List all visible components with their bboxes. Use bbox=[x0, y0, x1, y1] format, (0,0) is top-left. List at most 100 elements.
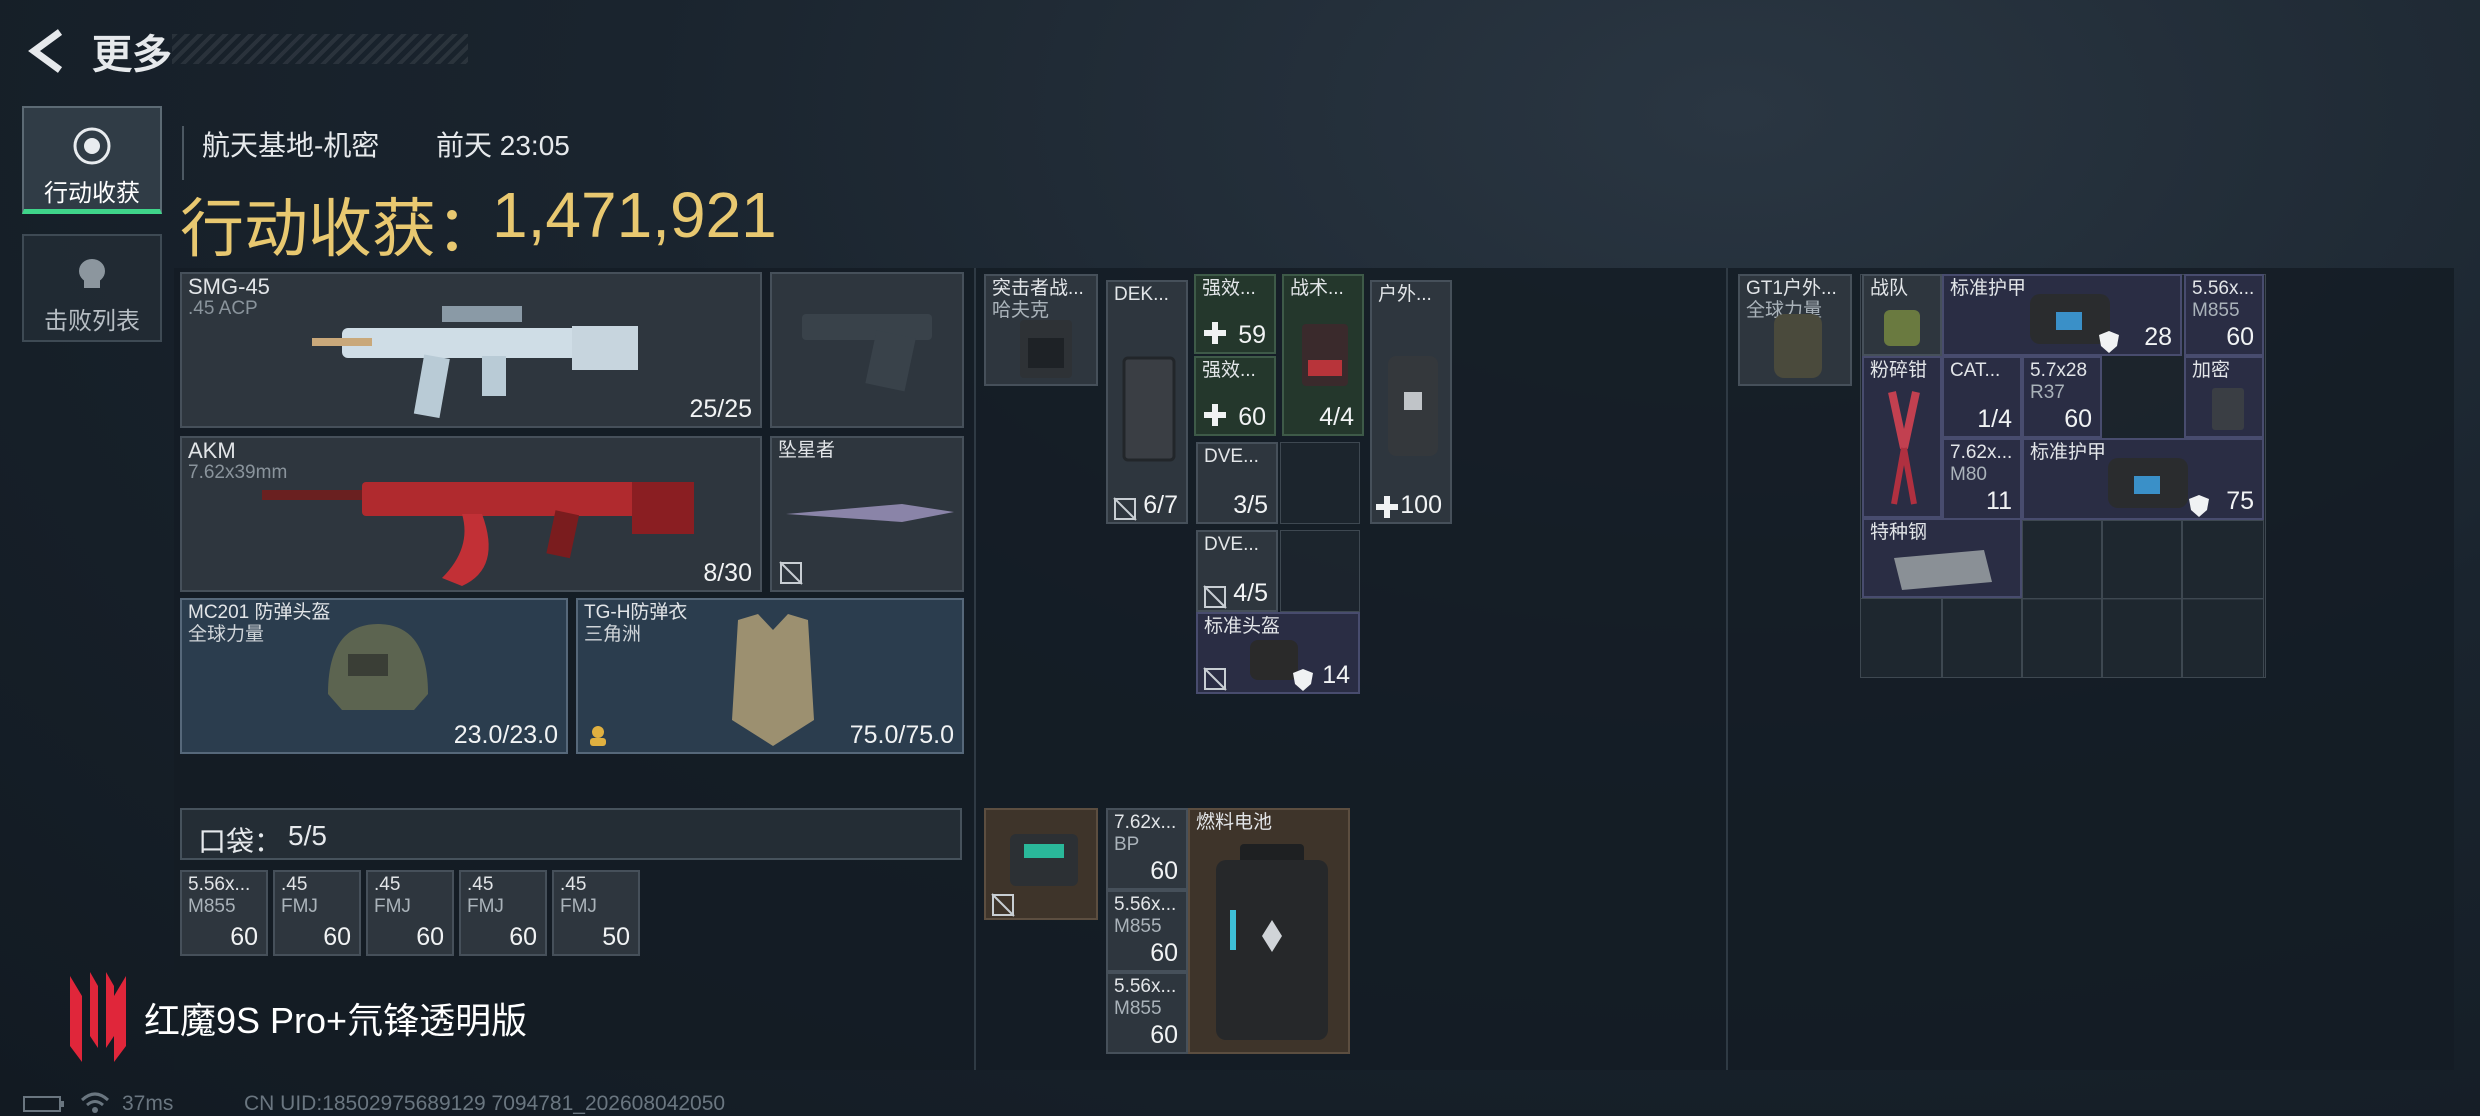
item-qty: 14 bbox=[1322, 661, 1350, 689]
loot-summary-label: 行动收获： bbox=[180, 193, 500, 265]
pocket-item[interactable]: 5.56x... M855 60 bbox=[180, 870, 268, 956]
helmet-durability: 23.0/23.0 bbox=[453, 721, 558, 749]
backpack-item[interactable]: 标准护甲 75 bbox=[2022, 438, 2264, 520]
chest-item[interactable]: 强效... 60 bbox=[1194, 356, 1276, 436]
backpack-item[interactable]: 5.56x... M855 60 bbox=[2184, 274, 2264, 356]
empty-slot[interactable] bbox=[1280, 530, 1360, 612]
location-label: 航天基地-机密 bbox=[202, 130, 380, 161]
empty-slot[interactable] bbox=[2022, 520, 2102, 600]
item-qty: 60 bbox=[2064, 405, 2092, 433]
item-name: .45 bbox=[467, 874, 494, 895]
item-name: 战队 bbox=[1870, 278, 1909, 299]
backpack-item[interactable]: 粉碎钳 bbox=[1862, 356, 1942, 518]
bag-item[interactable]: 燃料电池 bbox=[1188, 808, 1350, 1054]
sidearm-slot[interactable] bbox=[770, 272, 964, 428]
bag-item[interactable]: 5.56x... M855 60 bbox=[1106, 890, 1188, 972]
backpack-item[interactable]: 标准护甲 28 bbox=[1942, 274, 2182, 356]
chest-item[interactable]: 战术... 4/4 bbox=[1282, 274, 1364, 436]
rig-icon bbox=[1020, 320, 1072, 378]
pocket-item[interactable]: .45 FMJ 60 bbox=[366, 870, 454, 956]
bag-item[interactable]: 5.56x... M855 60 bbox=[1106, 972, 1188, 1054]
empty-slot[interactable] bbox=[1942, 598, 2022, 678]
plus-icon bbox=[1204, 322, 1226, 344]
plus-icon bbox=[1376, 496, 1398, 518]
shield-icon bbox=[1293, 669, 1313, 691]
item-name: DVE... bbox=[1204, 446, 1259, 467]
empty-slot[interactable] bbox=[2102, 520, 2182, 600]
shield-icon bbox=[2099, 331, 2119, 353]
backpack-item[interactable]: CAT... 1/4 bbox=[1942, 356, 2022, 438]
empty-slot[interactable] bbox=[2022, 598, 2102, 678]
backpack-item[interactable]: 特种钢 bbox=[1862, 518, 2022, 598]
weapon-ammo-count: 8/30 bbox=[703, 559, 752, 587]
chest-item[interactable]: DEK... 6/7 bbox=[1106, 280, 1188, 524]
ping-label: 37ms bbox=[122, 1092, 174, 1115]
chest-item[interactable]: DVE... 3/5 bbox=[1196, 442, 1278, 524]
pocket-item[interactable]: .45 FMJ 60 bbox=[273, 870, 361, 956]
item-sub: FMJ bbox=[560, 896, 597, 917]
divider bbox=[182, 126, 184, 180]
empty-slot[interactable] bbox=[1860, 598, 1942, 678]
pocket-item[interactable]: .45 FMJ 60 bbox=[459, 870, 547, 956]
backpack-item[interactable]: 战队 bbox=[1862, 274, 1942, 356]
skull-icon bbox=[79, 259, 105, 288]
item-qty: 50 bbox=[602, 923, 630, 951]
backpack-item[interactable]: 7.62x... M80 11 bbox=[1942, 438, 2022, 520]
plus-icon bbox=[1204, 404, 1226, 426]
redmagic-logo-icon bbox=[70, 972, 126, 1062]
battery-status-icon bbox=[23, 1096, 64, 1112]
shield-icon bbox=[2189, 495, 2209, 517]
tab-kills[interactable]: 击败列表 bbox=[22, 234, 162, 342]
armor-slot[interactable]: TG-H防弹衣 三角洲 75.0/75.0 bbox=[576, 598, 964, 754]
item-qty: 60 bbox=[416, 923, 444, 951]
item-qty: 60 bbox=[230, 923, 258, 951]
weapon-name: AKM bbox=[188, 438, 236, 463]
backpack-item[interactable]: 加密 bbox=[2184, 356, 2264, 438]
weapon-slot-primary[interactable]: SMG-45 .45 ACP 25/25 bbox=[180, 272, 762, 428]
empty-slot[interactable] bbox=[2102, 598, 2182, 678]
backpack-item[interactable]: 5.7x28 R37 60 bbox=[2022, 356, 2102, 438]
armor-name: TG-H防弹衣 bbox=[584, 602, 688, 623]
tab-kills-label: 击败列表 bbox=[44, 308, 140, 335]
melee-slot[interactable]: 坠星者 bbox=[770, 436, 964, 592]
steel-icon bbox=[1894, 550, 1992, 590]
item-name: 粉碎钳 bbox=[1870, 360, 1928, 381]
weapon-ammo: .45 ACP bbox=[188, 298, 258, 319]
empty-slot[interactable] bbox=[2182, 520, 2264, 600]
item-name: 突击者战... bbox=[992, 278, 1084, 299]
chest-item[interactable]: 户外... 100 bbox=[1370, 280, 1452, 524]
back-button[interactable] bbox=[24, 26, 68, 76]
chest-rig-slot[interactable]: 突击者战... 哈夫克 bbox=[984, 274, 1098, 386]
chest-item[interactable]: 标准头盔 14 bbox=[1196, 612, 1360, 694]
chest-item[interactable]: 强效... 59 bbox=[1194, 274, 1276, 354]
item-name: 强效... bbox=[1202, 278, 1256, 299]
item-name: 5.56x... bbox=[1114, 976, 1177, 997]
item-name: 7.62x... bbox=[1114, 812, 1177, 833]
backpack-slot[interactable]: GT1户外... 全球力量 bbox=[1738, 274, 1852, 386]
pocket-item[interactable]: .45 FMJ 50 bbox=[552, 870, 640, 956]
helmet-slot[interactable]: MC201 防弹头盔 全球力量 23.0/23.0 bbox=[180, 598, 568, 754]
no-insure-icon bbox=[1113, 497, 1137, 521]
time-label: 前天 23:05 bbox=[436, 130, 570, 161]
battery-icon bbox=[1216, 844, 1328, 1040]
divider bbox=[974, 268, 976, 1070]
bag-item[interactable]: 7.62x... BP 60 bbox=[1106, 808, 1188, 890]
badge-icon bbox=[1884, 310, 1920, 346]
item-qty: 6/7 bbox=[1143, 491, 1178, 519]
item-name: 7.62x... bbox=[1950, 442, 2013, 463]
empty-slot[interactable] bbox=[2182, 598, 2264, 678]
pocket-count: 5/5 bbox=[288, 820, 327, 851]
tab-loot[interactable]: 行动收获 bbox=[22, 106, 162, 214]
item-name: 燃料电池 bbox=[1196, 812, 1273, 833]
item-name: 特种钢 bbox=[1870, 522, 1928, 543]
chest-item[interactable]: DVE... 4/5 bbox=[1196, 530, 1278, 612]
empty-slot[interactable] bbox=[1280, 442, 1360, 524]
pack-icon bbox=[1388, 356, 1438, 456]
loot-summary-value: 1,471,921 bbox=[492, 179, 777, 251]
item-name: GT1户外... bbox=[1746, 278, 1837, 299]
weapon-slot-secondary[interactable]: AKM 7.62x39mm 8/30 bbox=[180, 436, 762, 592]
pocket-header: 口袋： 5/5 bbox=[180, 808, 962, 860]
ammo-box-slot[interactable] bbox=[984, 808, 1098, 920]
item-name: .45 bbox=[374, 874, 401, 895]
no-insure-icon bbox=[1203, 585, 1227, 609]
